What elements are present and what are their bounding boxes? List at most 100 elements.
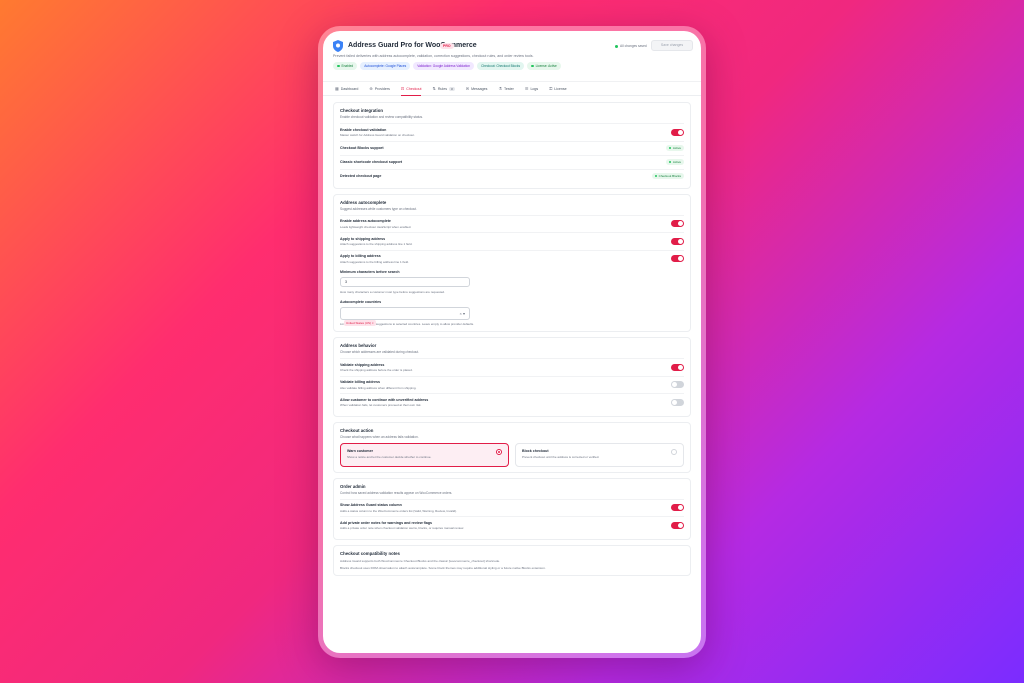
apply-billing-toggle[interactable]: [671, 255, 684, 263]
header: Address Guard Pro for WooCommerce PRO Pr…: [323, 31, 701, 81]
page-title: Address Guard Pro for WooCommerce: [348, 42, 477, 49]
country-chip[interactable]: United States (US) ×: [344, 319, 376, 326]
status-pill-checkout: Checkout: Checkout Blocks: [477, 62, 525, 70]
tab-providers[interactable]: ⊕ Providers: [369, 82, 390, 95]
status-pill-validation: Validation: Google Address Validation: [413, 62, 475, 70]
radio-selected-icon[interactable]: [496, 448, 502, 455]
setting-row: Validate billing address Also validate bi…: [340, 375, 684, 394]
option-label: Warn customer: [347, 448, 374, 453]
setting-row: Checkout Blocks support Active: [340, 140, 684, 155]
countries-select[interactable]: United States (US) × × ▾: [340, 306, 470, 326]
enable-checkout-validation-toggle[interactable]: [671, 128, 684, 136]
setting-row: Allow customer to continue with unverifi…: [340, 393, 684, 411]
min-chars-help: How many characters a customer must type…: [340, 289, 445, 294]
compat-note: Blocks checkout uses DOM observation to …: [340, 565, 546, 570]
section-title: Checkout action: [340, 427, 374, 433]
checkout-action-card: Checkout action Choose what happens when…: [333, 421, 691, 473]
setting-label: Checkout Blocks support: [340, 146, 384, 150]
countries-label: Autocomplete countries: [340, 299, 382, 304]
setting-label: Enable checkout validation: [340, 127, 387, 132]
tab-tester[interactable]: ⚗ Tester: [498, 82, 513, 95]
rules-icon: ⇅: [432, 86, 436, 91]
status-badge: Checkout Blocks: [651, 173, 684, 179]
block-checkout-option[interactable]: Block checkout Prevent checkout until th…: [515, 442, 684, 467]
save-button[interactable]: Save changes: [651, 40, 693, 51]
setting-label: Apply to billing address: [340, 254, 381, 258]
app-window: Address Guard Pro for WooCommerce PRO Pr…: [323, 31, 701, 653]
section-title: Address behavior: [340, 343, 377, 348]
option-desc: Prevent checkout until the address is co…: [522, 454, 600, 459]
status-pills: Enabled Autocomplete: Google Places Vali…: [333, 62, 561, 70]
compat-note: Address Guard supports both WooCommerce …: [340, 558, 501, 563]
radio-icon[interactable]: [671, 448, 677, 455]
cart-icon: ⊡: [400, 86, 405, 91]
status-pill-enabled: Enabled: [333, 62, 358, 70]
tab-rules[interactable]: ⇅ Rules 3: [432, 82, 455, 95]
tab-dashboard[interactable]: ▦ Dashboard: [335, 82, 358, 95]
order-admin-card: Order admin Control how saved address va…: [333, 477, 691, 540]
setting-label: Enable address autocomplete: [340, 219, 391, 223]
setting-desc: Loads lightweight checkout JavaScript wh…: [340, 224, 412, 229]
allow-unverified-toggle[interactable]: [671, 398, 684, 406]
status-pill-autocomplete: Autocomplete: Google Places: [360, 62, 411, 70]
setting-row: Add private order notes for warnings and…: [340, 516, 684, 534]
setting-row: Detected checkout page Checkout Blocks: [340, 168, 684, 183]
setting-desc: Attach suggestions to the shipping addre…: [340, 242, 413, 246]
setting-row: Show Address Guard status column Adds a s…: [340, 498, 684, 517]
setting-row: Apply to billing address Attach suggestio…: [340, 249, 684, 268]
setting-label: Apply to shipping address: [340, 236, 386, 241]
saved-dot-icon: [615, 44, 618, 48]
setting-row: Classic shortcode checkout support Activ…: [340, 154, 684, 169]
setting-desc: Also validate billing address when diffe…: [340, 385, 417, 390]
compatibility-notes-card: Checkout compatibility notes Address Gua…: [333, 544, 691, 577]
warn-customer-option[interactable]: Warn customer Show a notice and let the …: [340, 442, 509, 467]
setting-label: Validate billing address: [340, 380, 380, 384]
section-desc: Choose which addresses are validated dur…: [340, 350, 420, 354]
tab-license[interactable]: ⚿ License: [549, 82, 566, 95]
setting-row: Enable address autocomplete Loads lightwe…: [340, 214, 684, 233]
pro-badge: PRO: [440, 43, 454, 49]
enable-autocomplete-toggle[interactable]: [671, 220, 684, 228]
setting-desc: Adds a private order note when checkout …: [340, 526, 464, 530]
rules-count-badge: 3: [449, 86, 455, 91]
device-frame: Address Guard Pro for WooCommerce PRO Pr…: [318, 26, 706, 658]
validate-shipping-toggle[interactable]: [671, 363, 684, 371]
setting-label: Allow customer to continue with unverifi…: [340, 397, 429, 402]
shield-logo-icon: [333, 40, 343, 52]
tab-bar: ▦ Dashboard ⊕ Providers ⊡ Checkout ⇅ Rules 3 …: [323, 81, 701, 96]
section-desc: Choose what happens when an address fail…: [340, 434, 419, 439]
setting-desc: Check the shipping address before the or…: [340, 368, 413, 372]
clear-icon: ×: [459, 310, 462, 316]
validate-billing-toggle[interactable]: [671, 381, 684, 389]
setting-label: Validate shipping address: [340, 362, 385, 367]
chip-remove-icon: ×: [371, 320, 374, 325]
setting-row: Validate shipping address Check the shipp…: [340, 358, 684, 376]
section-desc: Control how saved address validation res…: [340, 490, 453, 495]
tab-messages[interactable]: ✉ Messages: [466, 82, 488, 95]
min-chars-input[interactable]: 3: [340, 277, 470, 287]
status-column-toggle[interactable]: [671, 504, 684, 512]
checkout-integration-card: Checkout integration Enable checkout val…: [333, 102, 691, 189]
grid-icon: ▦: [335, 86, 339, 91]
tab-logs[interactable]: ☰ Logs: [525, 82, 538, 95]
section-title: Checkout compatibility notes: [340, 550, 400, 556]
save-status: All changes saved: [615, 44, 647, 48]
section-desc: Suggest addresses while customers type o…: [340, 206, 417, 211]
section-title: Address autocomplete: [340, 199, 387, 205]
status-pill-license: License: Active: [527, 62, 561, 70]
option-desc: Show a notice and let the customer decid…: [347, 454, 432, 459]
option-label: Block checkout: [522, 448, 549, 453]
apply-shipping-toggle[interactable]: [671, 237, 684, 245]
setting-label: Detected checkout page: [340, 174, 382, 178]
page-subtitle: Prevent failed deliveries with address a…: [333, 54, 534, 58]
select-controls[interactable]: × ▾: [460, 311, 465, 316]
setting-row: Enable checkout validation Master switch …: [340, 123, 684, 141]
plug-icon: ⊕: [369, 86, 373, 91]
tab-checkout[interactable]: ⊡ Checkout: [400, 82, 421, 96]
order-notes-toggle[interactable]: [671, 521, 684, 529]
countries-help: Limit or bias autocomplete suggestions t…: [340, 322, 474, 326]
section-title: Checkout integration: [340, 108, 383, 113]
tester-icon: ⚗: [498, 86, 503, 91]
min-chars-label: Minimum characters before search: [340, 270, 400, 274]
address-autocomplete-card: Address autocomplete Suggest addresses w…: [333, 193, 691, 332]
